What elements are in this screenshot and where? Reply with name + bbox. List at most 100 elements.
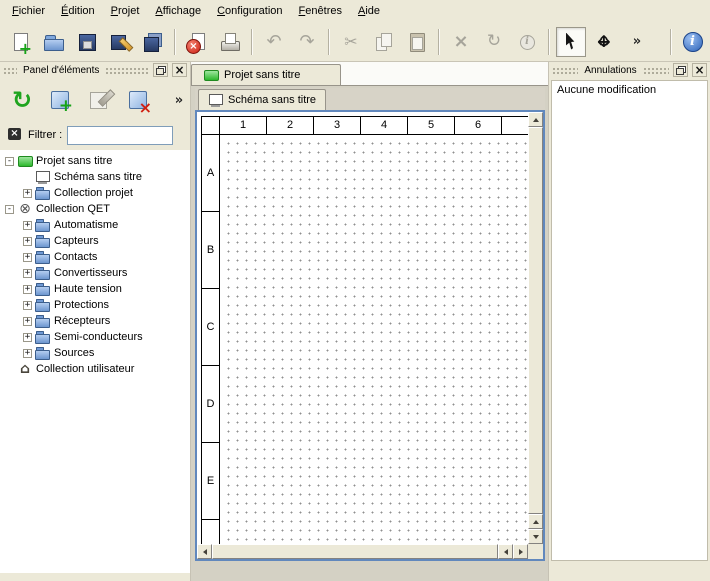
delete-element-button[interactable] [122,83,156,117]
scroll-left-button-secondary[interactable] [498,544,513,559]
paste-button[interactable] [402,27,432,57]
save-all-icon [142,31,164,53]
close-file-button[interactable] [182,27,212,57]
menu-configuration[interactable]: Configuration [209,3,290,19]
tree-item-label: Collection QET [36,203,110,215]
tree-item[interactable]: - Collection QET [0,201,190,217]
panel-overflow-button[interactable] [170,88,188,112]
grid-paper[interactable] [221,136,527,543]
elements-panel-float-button[interactable] [153,63,168,77]
cut-button[interactable] [336,27,366,57]
down-arrow-icon [533,535,539,539]
tree-expander[interactable]: + [23,285,32,294]
menu-fenetres[interactable]: Fenêtres [291,3,350,19]
delete-button[interactable] [446,27,476,57]
undo-history-entry[interactable]: Aucune modification [552,81,707,99]
tree-item[interactable]: Schéma sans titre [0,169,190,185]
tree-item[interactable]: + Automatisme [0,217,190,233]
copy-button[interactable] [369,27,399,57]
tree-expander[interactable] [5,365,14,374]
horizontal-scrollbar-thumb[interactable] [212,544,498,559]
tree-item[interactable]: + Convertisseurs [0,265,190,281]
menu-edition[interactable]: Édition [53,3,103,19]
tree-item-label: Haute tension [54,283,122,295]
tree-expander[interactable]: + [23,301,32,310]
save-as-button[interactable] [105,27,135,57]
row-header-cell: B [202,212,219,289]
edit-element-button[interactable] [83,83,117,117]
rotate-button[interactable] [479,27,509,57]
clipboard-toolbar-group [336,27,432,57]
save-all-button[interactable] [138,27,168,57]
horizontal-scrollbar[interactable] [197,544,528,559]
scroll-right-button[interactable] [513,544,528,559]
print-button[interactable] [215,27,245,57]
tree-item[interactable]: + Protections [0,297,190,313]
vertical-scrollbar[interactable] [528,112,543,544]
clear-filter-button[interactable] [5,127,23,143]
menu-aide[interactable]: Aide [350,3,388,19]
new-element-button[interactable] [44,83,78,117]
redo-button[interactable] [292,27,322,57]
undo-panel-float-button[interactable] [673,63,688,77]
menu-fichier[interactable]: Fichier [4,3,53,19]
menu-affichage[interactable]: Affichage [147,3,209,19]
reload-collections-button[interactable] [5,83,39,117]
elements-panel-toolbar [0,78,190,122]
menu-projet[interactable]: Projet [103,3,148,19]
tree-item[interactable]: + Capteurs [0,233,190,249]
tree-item[interactable]: + Récepteurs [0,313,190,329]
about-qet-button[interactable] [678,27,708,57]
tree-expander[interactable] [23,173,32,182]
tree-item[interactable]: + Semi-conducteurs [0,329,190,345]
tab-project[interactable]: Projet sans titre [191,64,341,85]
tree-expander[interactable]: - [5,205,14,214]
elements-panel: Panel d'éléments [0,62,190,581]
scroll-down-button[interactable] [528,529,543,544]
tree-expander[interactable]: + [23,221,32,230]
scroll-up-button-secondary[interactable] [528,514,543,529]
undo-button[interactable] [259,27,289,57]
scroll-left-button[interactable] [197,544,212,559]
tree-item[interactable]: + Contacts [0,249,190,265]
elements-panel-titlebar[interactable]: Panel d'éléments [0,62,190,78]
scroll-up-button[interactable] [528,112,543,127]
undo-panel-titlebar[interactable]: Annulations [549,62,710,78]
tree-expander[interactable]: + [23,317,32,326]
diagram-view[interactable]: 1 2 3 4 5 6 [195,110,545,561]
pan-mode-button[interactable] [589,27,619,57]
conductor-info-button[interactable] [512,27,542,57]
new-document-button[interactable] [6,27,36,57]
tree-item-label: Sources [54,347,94,359]
toolbar-overflow-button[interactable] [622,27,652,57]
close-icon [694,64,704,77]
tree-expander[interactable]: + [23,269,32,278]
vertical-scrollbar-thumb[interactable] [528,127,543,514]
tab-schema[interactable]: Schéma sans titre [198,89,326,110]
tree-expander[interactable]: + [23,333,32,342]
delete-element-icon [126,87,152,113]
tree-expander[interactable]: + [23,189,32,198]
right-arrow-icon [519,549,523,555]
tree-item[interactable]: Collection utilisateur [0,361,190,377]
tree-expander[interactable]: + [23,253,32,262]
tree-expander[interactable]: + [23,237,32,246]
tree-item[interactable]: + Collection projet [0,185,190,201]
tree-item-label: Contacts [54,251,97,263]
open-document-button[interactable] [39,27,69,57]
tree-item[interactable]: + Sources [0,345,190,361]
tree-item-label: Collection projet [54,187,133,199]
undo-panel-close-button[interactable] [692,63,707,77]
save-button[interactable] [72,27,102,57]
project-icon [17,154,33,168]
filter-input[interactable] [67,126,173,145]
tree-expander[interactable]: - [5,157,14,166]
tree-expander[interactable]: + [23,349,32,358]
elements-panel-close-button[interactable] [172,63,187,77]
cut-icon [340,31,362,53]
tree-item[interactable]: + Haute tension [0,281,190,297]
selection-mode-button[interactable] [556,27,586,57]
mode-toolbar-group [556,27,652,57]
tree-item[interactable]: - Projet sans titre [0,153,190,169]
vertical-scrollbar-buttons [528,514,543,544]
